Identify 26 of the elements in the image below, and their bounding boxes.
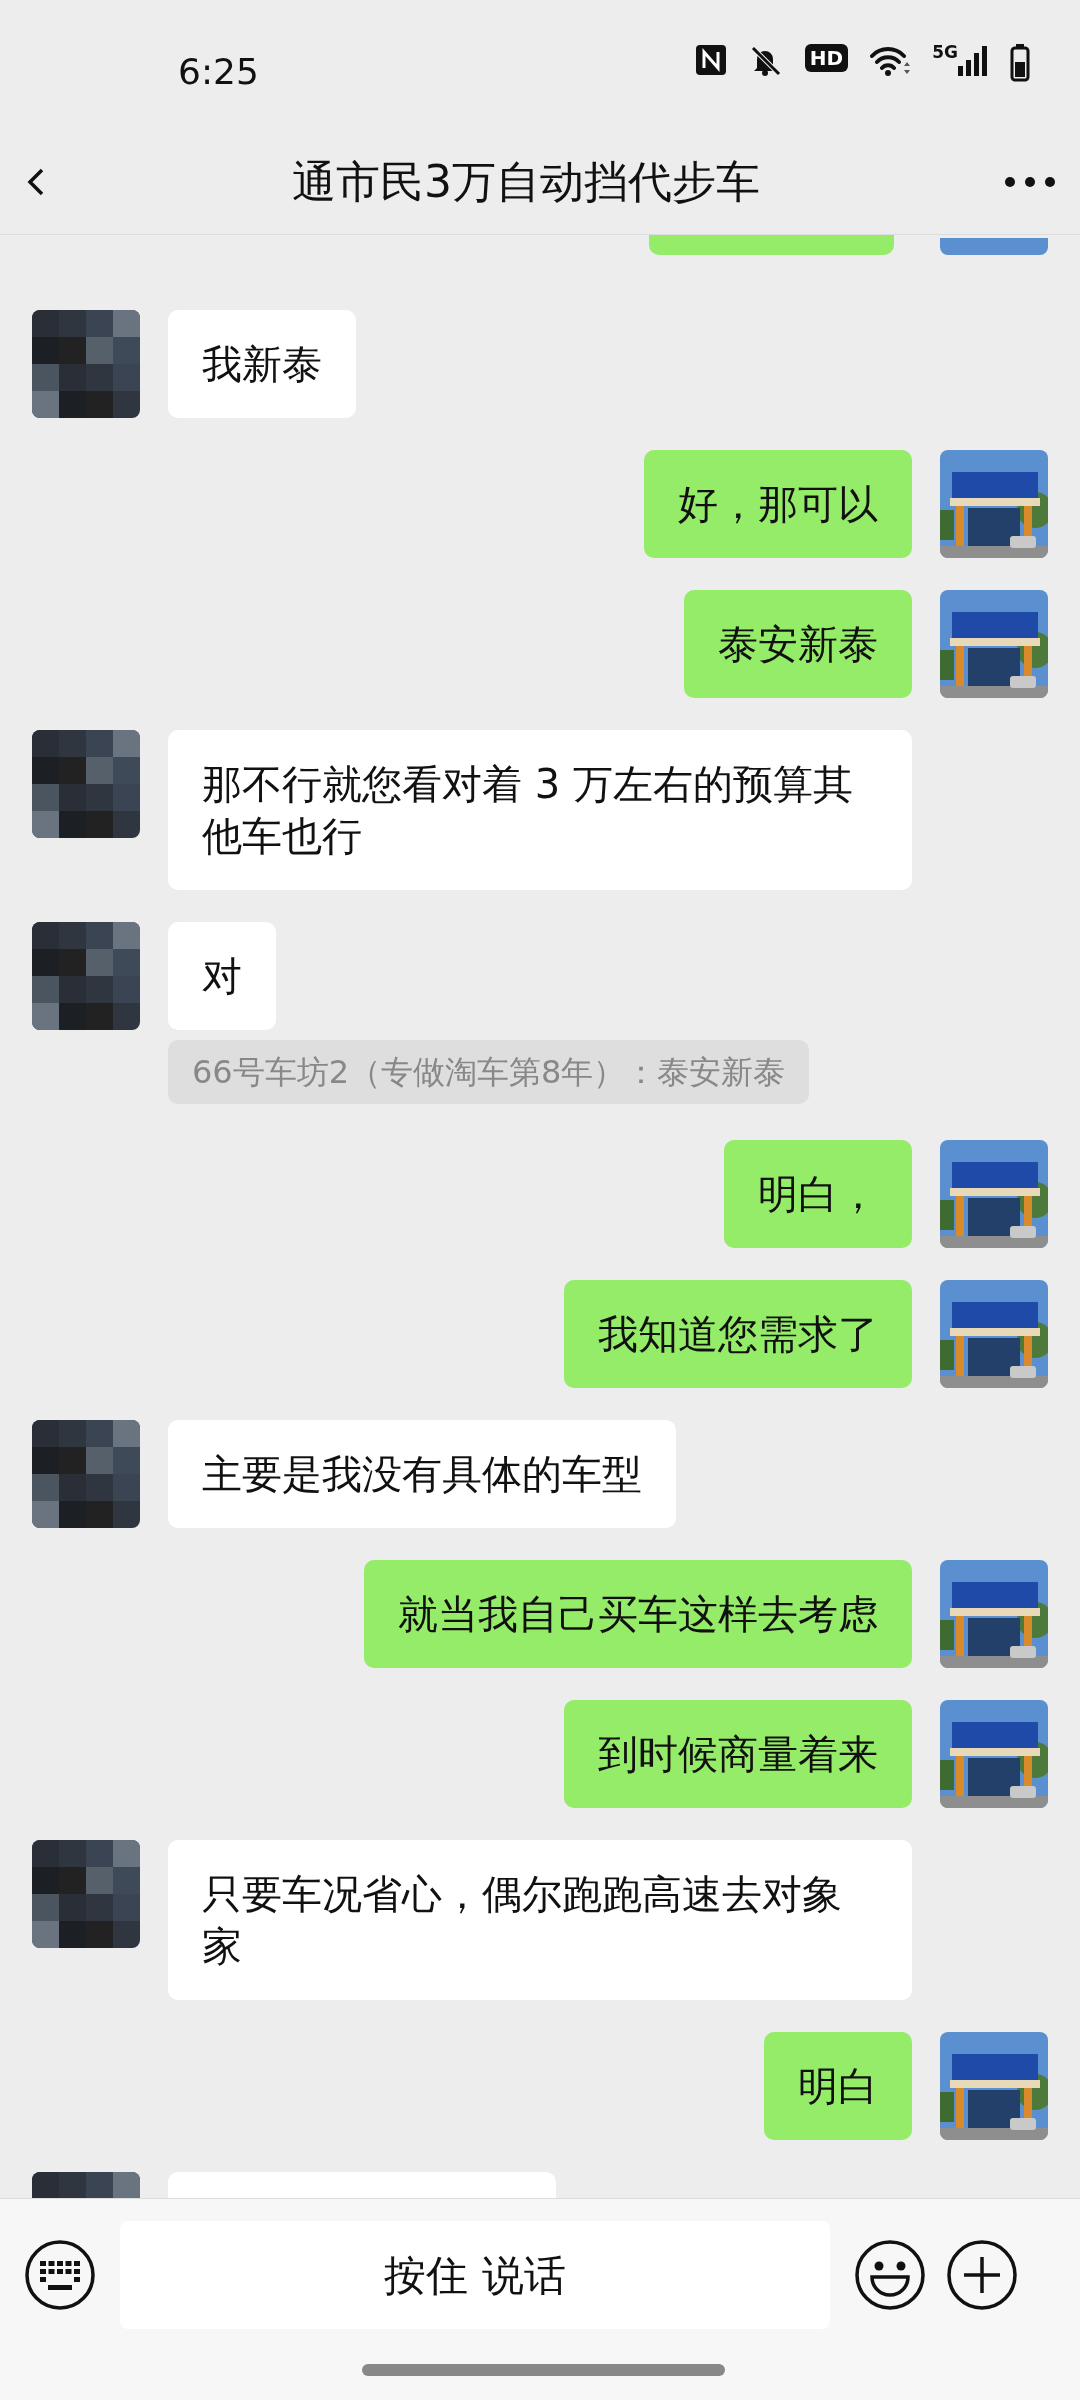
system-note: 66号车坊2（专做淘车第8年）：泰安新泰 bbox=[168, 1040, 810, 1104]
hd-indicator: HD bbox=[804, 44, 849, 72]
message-bubble: 那不行就您看对着 3 万左右的预算其他车也行 bbox=[168, 730, 912, 890]
status-time: 6:25 bbox=[178, 50, 259, 94]
message-bubble: 就当我自己买车这样去考虑 bbox=[364, 1560, 912, 1668]
message-bubble: 主要是我没有具体的车型 bbox=[168, 1420, 676, 1528]
chat-title: 通市民3万自动挡代步车 bbox=[292, 155, 760, 209]
hold-to-talk-button[interactable]: 按住 说话 bbox=[120, 2221, 830, 2329]
message-bubble: 好，那可以 bbox=[644, 450, 912, 558]
message-bubble: 明白， bbox=[724, 1140, 912, 1248]
message-bubble: 明白 bbox=[764, 2032, 912, 2140]
emoji-icon[interactable] bbox=[854, 2239, 926, 2311]
message-bubble: 对 bbox=[168, 922, 276, 1030]
wifi-icon bbox=[870, 44, 911, 78]
message-bubble: 只要车况省心，偶尔跑跑高速去对象家 bbox=[168, 1840, 912, 2000]
message-bubble: 泰安新泰 bbox=[684, 590, 912, 698]
plus-icon[interactable] bbox=[946, 2239, 1018, 2311]
battery-icon bbox=[1010, 44, 1030, 82]
network-label: 5G bbox=[932, 44, 958, 60]
signal-icon bbox=[958, 44, 988, 78]
more-icon[interactable] bbox=[1004, 176, 1056, 188]
nfc-icon bbox=[694, 44, 727, 76]
message-bubble: 到时候商量着来 bbox=[564, 1700, 912, 1808]
message-bubble: 我知道您需求了 bbox=[564, 1280, 912, 1388]
keyboard-icon[interactable] bbox=[24, 2239, 96, 2311]
message-bubble: 我新泰 bbox=[168, 310, 356, 418]
